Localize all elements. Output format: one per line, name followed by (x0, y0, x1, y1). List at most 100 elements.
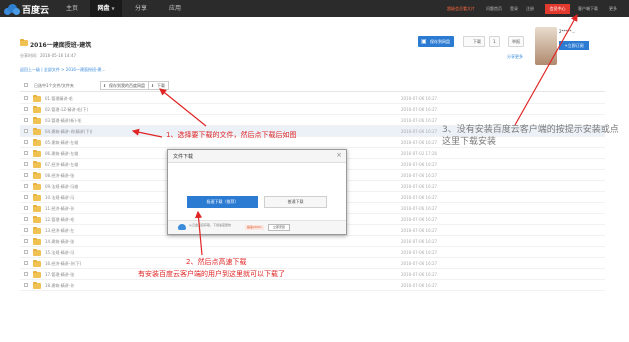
file-date: 2016-07-06 16:27 (401, 96, 438, 101)
table-row[interactable]: 17.管理-精讲-张 2016-07-06 16:27 (20, 269, 605, 280)
file-name[interactable]: 02.管理-1Z-精讲-毛(下) (45, 107, 88, 113)
file-name[interactable]: 11.经济-精讲-孙 (45, 206, 74, 212)
subscribe-button[interactable]: +立即订阅 (559, 41, 589, 50)
row-checkbox[interactable] (24, 96, 28, 100)
dialog-title: 文件下载 (173, 154, 194, 160)
extra-button[interactable]: 1 (489, 36, 500, 47)
step2-annotation: 2、然后点高速下载 (186, 258, 247, 266)
nav-netdisk[interactable]: 网盘 ▼ (90, 0, 122, 17)
folder-icon (33, 205, 41, 212)
row-checkbox[interactable] (24, 129, 28, 133)
table-row[interactable]: 02.管理-1Z-精讲-毛(下) 2016-07-06 16:27 (20, 104, 605, 115)
select-all-checkbox[interactable] (24, 83, 28, 87)
file-name[interactable]: 16.经济-精讲-孙(下) (45, 261, 81, 267)
file-name[interactable]: 17.管理-精讲-张 (45, 272, 74, 278)
vip-center-button[interactable]: 会员中心 (545, 4, 570, 14)
save-to-my-netdisk-button[interactable]: 保存到我的百度网盘 (100, 81, 149, 90)
download-button[interactable]: 下载 (463, 36, 485, 47)
breadcrumb[interactable]: 返回上一级 | 全部文件 > 2016一建面授班-建... (20, 67, 105, 73)
folder-icon (33, 128, 41, 135)
file-name[interactable]: 03.管理-精讲(新)-毛 (45, 118, 81, 124)
folder-icon (33, 95, 41, 102)
avatar[interactable] (535, 27, 557, 65)
folder-icon (33, 260, 41, 267)
folder-icon (33, 161, 41, 168)
nav-home[interactable]: 主页 (58, 0, 86, 17)
step1-annotation: 1、选择要下载的文件，然后点下载后如图 (166, 131, 297, 139)
file-date: 2016-07-06 16:27 (401, 107, 438, 112)
table-row[interactable]: 14.建筑-精讲-张 2016-07-06 16:27 (20, 236, 605, 247)
register-link[interactable]: 注册 (526, 0, 534, 17)
file-name[interactable]: 09.法规-精讲-冯雄 (45, 184, 78, 190)
sharer-name: 2*****... (559, 29, 576, 34)
row-checkbox[interactable] (24, 107, 28, 111)
share-time: 分享时间：2016-05-16 14:47 (20, 53, 77, 58)
file-name[interactable]: 04.建筑-精讲-肖(精讲(下)) (45, 129, 93, 135)
row-checkbox[interactable] (24, 184, 28, 188)
super-vip-link[interactable]: 超级会员看大片 (447, 0, 475, 17)
file-date: 2016-07-06 16:27 (401, 162, 438, 167)
file-name[interactable]: 10.法规-精讲-冯 (45, 195, 74, 201)
dialog-footer: 从云盘直接获取，下载速度更快 提速200% 立即安装 (168, 220, 346, 234)
row-checkbox[interactable] (24, 173, 28, 177)
file-name[interactable]: 07.经济-精讲-左雄 (45, 162, 78, 168)
file-date: 2016-07-06 16:27 (401, 283, 438, 288)
folder-icon (33, 216, 41, 223)
file-date: 2016-07-06 16:27 (401, 206, 438, 211)
client-download-link[interactable]: 客户端下载 (578, 0, 598, 17)
toolbar-download-button[interactable]: 下载 (148, 81, 169, 90)
folder-icon (33, 238, 41, 245)
file-name[interactable]: 13.经济-精讲-左 (45, 228, 74, 234)
file-date: 2016-07-06 16:27 (401, 129, 438, 134)
file-name[interactable]: 18.建筑-精讲-孙 (45, 283, 74, 289)
save-to-netdisk-button[interactable]: 保存到网盘 (418, 36, 454, 47)
page-title: 2016一建面授班-建筑 (30, 42, 92, 49)
help-link[interactable]: 问题首页 (486, 0, 502, 17)
more-shares-link[interactable]: 分享更多 (507, 54, 523, 60)
normal-download-button[interactable]: 普通下载 (264, 196, 327, 208)
row-checkbox[interactable] (24, 261, 28, 265)
file-date: 2016-07-06 16:27 (401, 173, 438, 178)
file-date: 2016-07-06 16:27 (401, 272, 438, 277)
nav-netdisk-label: 网盘 (97, 5, 110, 12)
row-checkbox[interactable] (24, 283, 28, 287)
login-link[interactable]: 登录 (510, 0, 518, 17)
install-now-button[interactable]: 立即安装 (268, 224, 290, 231)
step2-sub-annotation: 有安装百度云客户端的用户到这里就可以下载了 (138, 270, 285, 278)
file-name[interactable]: 05.建筑-精讲-左雄 (45, 140, 78, 146)
file-name[interactable]: 01.管理精讲-毛 (45, 96, 73, 102)
row-checkbox[interactable] (24, 140, 28, 144)
file-name[interactable]: 08.经济-精讲-张 (45, 173, 74, 179)
file-name[interactable]: 14.建筑-精讲-张 (45, 239, 74, 245)
row-checkbox[interactable] (24, 162, 28, 166)
table-row[interactable]: 18.建筑-精讲-孙 2016-07-06 16:27 (20, 280, 605, 291)
folder-icon (33, 271, 41, 278)
fast-download-button[interactable]: 极速下载（推荐） (187, 196, 258, 208)
row-checkbox[interactable] (24, 217, 28, 221)
nav-apps[interactable]: 应用 (160, 0, 190, 17)
folder-icon (33, 117, 41, 124)
row-checkbox[interactable] (24, 118, 28, 122)
row-checkbox[interactable] (24, 250, 28, 254)
more-link[interactable]: 更多 (609, 0, 617, 17)
baidu-cloud-logo[interactable]: 百度云 (4, 3, 49, 16)
nav-share[interactable]: 分享 (126, 0, 156, 17)
row-checkbox[interactable] (24, 272, 28, 276)
file-download-dialog: 文件下载 × 极速下载（推荐） 普通下载 从云盘直接获取，下载速度更快 提速20… (167, 149, 347, 235)
row-checkbox[interactable] (24, 151, 28, 155)
file-name[interactable]: 12.管理-精讲-毛 (45, 217, 74, 223)
row-checkbox[interactable] (24, 206, 28, 210)
close-icon[interactable]: × (336, 151, 342, 159)
table-row[interactable]: 15.法规-精讲-冯 2016-07-06 16:27 (20, 247, 605, 258)
file-name[interactable]: 15.法规-精讲-冯 (45, 250, 74, 256)
row-checkbox[interactable] (24, 239, 28, 243)
report-button[interactable]: 举报 (508, 36, 524, 47)
folder-icon (33, 139, 41, 146)
table-row[interactable]: 16.经济-精讲-孙(下) 2016-07-06 16:27 (20, 258, 605, 269)
file-name[interactable]: 06.建筑-精讲-左雄 (45, 151, 78, 157)
folder-icon (33, 249, 41, 256)
row-checkbox[interactable] (24, 228, 28, 232)
table-row[interactable]: 01.管理精讲-毛 2016-07-06 16:27 (20, 93, 605, 104)
row-checkbox[interactable] (24, 195, 28, 199)
file-date: 2016-07-06 16:27 (401, 261, 438, 266)
